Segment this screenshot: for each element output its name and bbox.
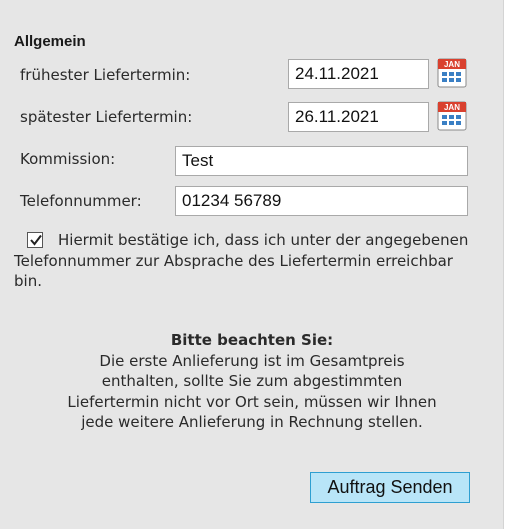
- notice-line: jede weitere Anlieferung in Rechnung ste…: [81, 413, 423, 431]
- phone-label: Telefonnummer:: [20, 192, 142, 210]
- notice-title: Bitte beachten Sie:: [170, 331, 334, 349]
- latest-date-label: spätester Liefertermin:: [20, 108, 193, 126]
- commission-input[interactable]: [175, 146, 468, 176]
- latest-date-input[interactable]: [288, 102, 429, 132]
- calendar-header-text: JAN: [444, 60, 460, 69]
- calendar-icon[interactable]: JAN: [437, 58, 467, 88]
- section-title: Allgemein: [14, 33, 86, 50]
- notice-block: Bitte beachten Sie: Die erste Anlieferun…: [10, 330, 494, 433]
- submit-order-button[interactable]: Auftrag Senden: [310, 472, 470, 503]
- earliest-date-input[interactable]: [288, 59, 429, 89]
- earliest-date-label: frühester Liefertermin:: [20, 66, 191, 84]
- notice-line: enthalten, sollte Sie zum abgestimmten: [101, 372, 403, 390]
- commission-label: Kommission:: [20, 150, 116, 168]
- calendar-icon[interactable]: JAN: [437, 101, 467, 131]
- confirm-text: Hiermit bestätige ich, dass ich unter de…: [14, 231, 469, 290]
- phone-input[interactable]: [175, 186, 468, 216]
- calendar-header-text: JAN: [444, 103, 460, 112]
- order-form-panel: Allgemein frühester Liefertermin: JAN sp…: [0, 0, 504, 529]
- notice-line: Die erste Anlieferung ist im Gesamtpreis: [99, 351, 405, 370]
- notice-line: Liefertermin nicht vor Ort sein, müssen …: [67, 392, 437, 411]
